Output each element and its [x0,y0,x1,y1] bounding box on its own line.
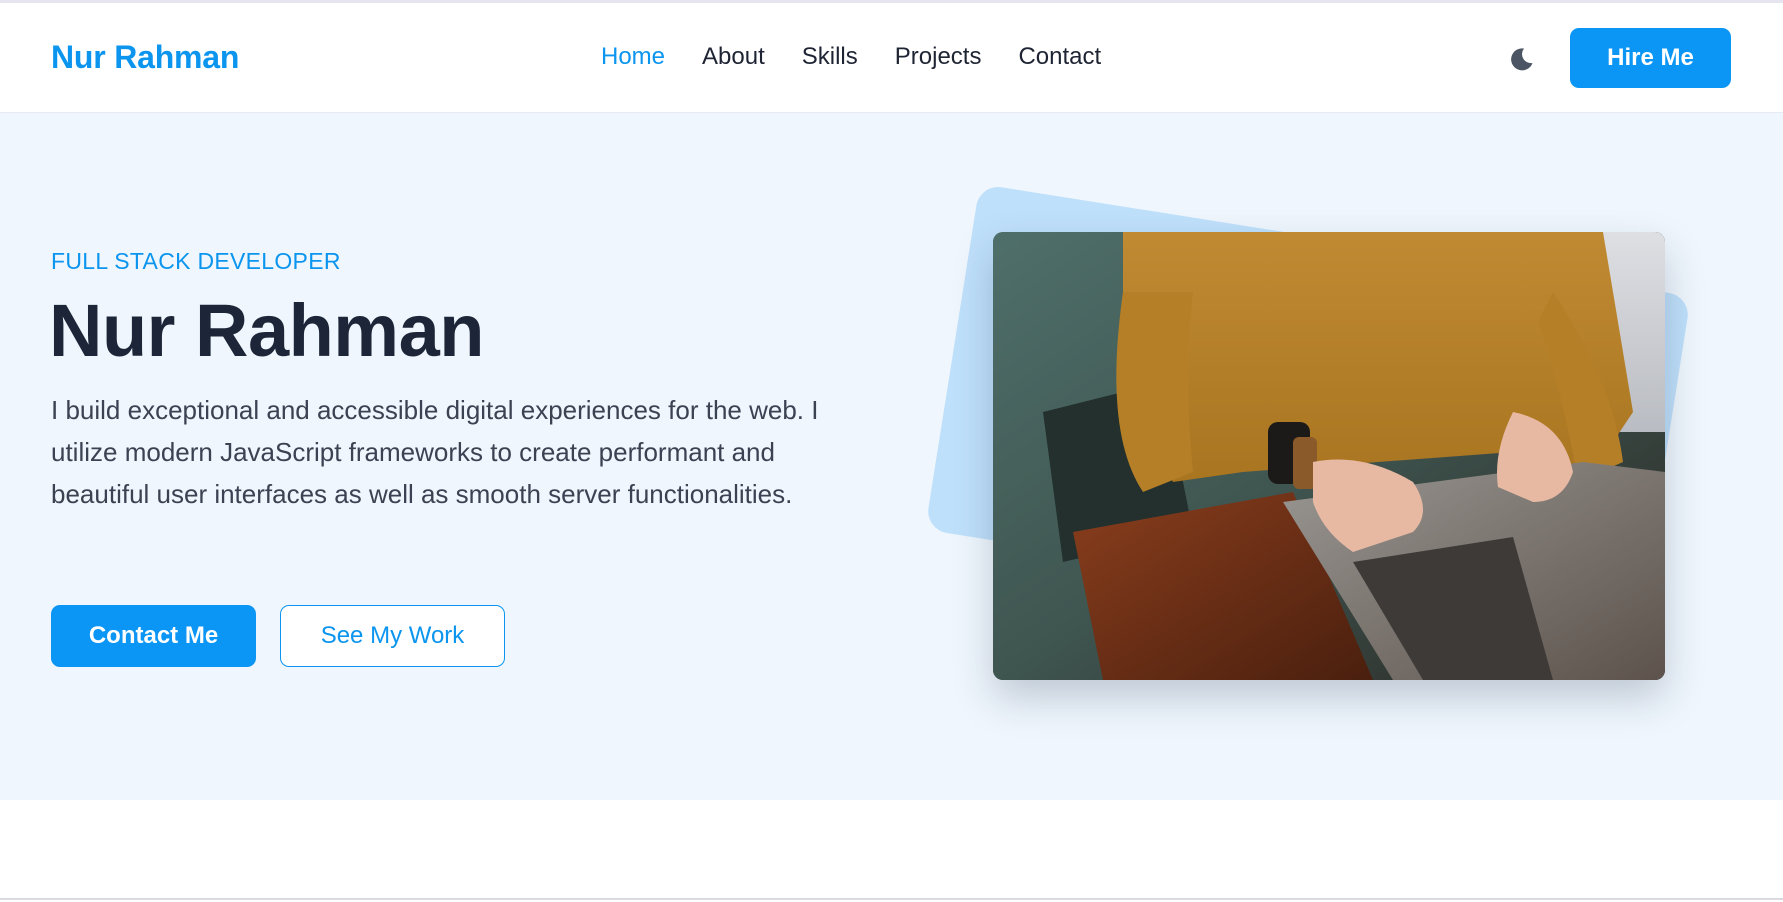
hero-description: I build exceptional and accessible digit… [51,395,819,509]
hire-me-button[interactable]: Hire Me [1570,28,1731,88]
nav-link-about[interactable]: About [702,43,765,70]
bottom-divider [0,898,1783,900]
nav-link-skills[interactable]: Skills [802,43,858,70]
contact-me-button[interactable]: Contact Me [51,605,256,667]
page: Nur Rahman Home About Skills Projects Co… [0,0,1783,902]
hero-role: FULL STACK DEVELOPER [51,248,341,274]
navbar: Nur Rahman Home About Skills Projects Co… [0,3,1783,113]
hero-title: Nur Rahman [49,289,484,372]
hero-cta-group: Contact Me See My Work [51,605,505,667]
hero-section: FULL STACK DEVELOPER Nur Rahman I build … [0,113,1783,800]
nav-link-projects[interactable]: Projects [895,43,982,70]
nav-link-home[interactable]: Home [601,43,665,70]
moon-icon [1511,48,1533,71]
nav-menu: Home About Skills Projects Contact [601,42,1101,72]
laptop-typing-photo [993,232,1665,680]
see-my-work-button[interactable]: See My Work [280,605,505,667]
hero-image [993,232,1665,680]
hero-visual [900,173,1760,733]
theme-toggle-button[interactable] [1505,43,1537,75]
brand-logo[interactable]: Nur Rahman [51,39,239,76]
nav-link-contact[interactable]: Contact [1018,43,1101,70]
